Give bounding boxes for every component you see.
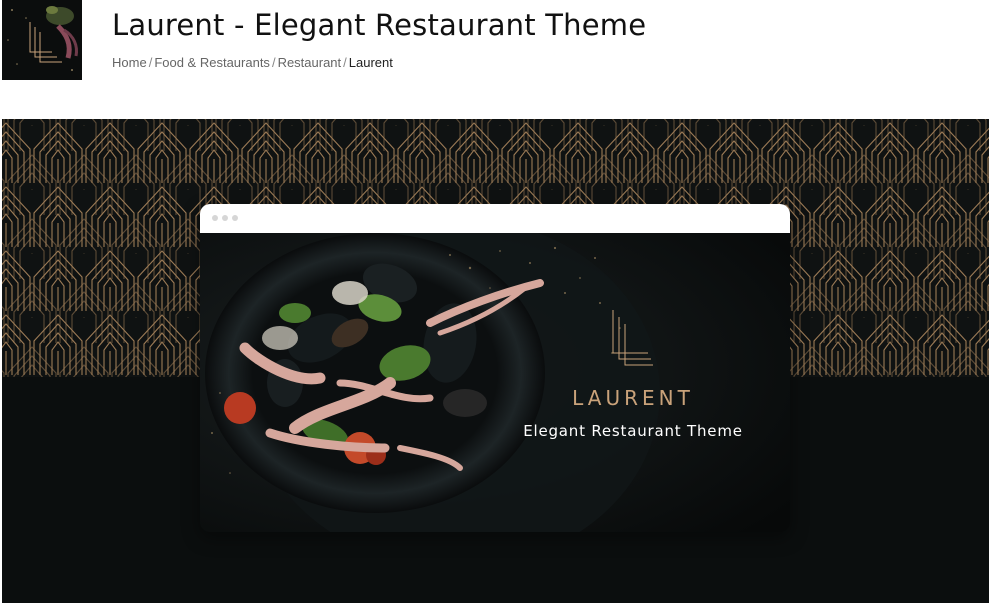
browser-mockup: LAURENT Elegant Restaurant Theme bbox=[200, 204, 790, 532]
breadcrumb-separator: / bbox=[148, 55, 153, 70]
breadcrumb-separator: / bbox=[343, 55, 347, 70]
window-dot-icon bbox=[232, 215, 238, 221]
breadcrumb-restaurant[interactable]: Restaurant bbox=[278, 55, 342, 70]
window-dot-icon bbox=[212, 215, 218, 221]
breadcrumb: Home / Food & Restaurants / Restaurant / Laure… bbox=[112, 55, 393, 70]
preview-hero[interactable]: LAURENT Elegant Restaurant Theme bbox=[2, 119, 989, 603]
window-dot-icon bbox=[222, 215, 228, 221]
food-photo bbox=[200, 233, 790, 532]
breadcrumb-current: Laurent bbox=[348, 55, 393, 70]
browser-toolbar bbox=[200, 204, 790, 233]
preview-tagline: Elegant Restaurant Theme bbox=[523, 422, 743, 440]
breadcrumb-home[interactable]: Home bbox=[112, 55, 147, 70]
product-thumbnail bbox=[2, 0, 82, 80]
breadcrumb-separator: / bbox=[271, 55, 276, 70]
page-title: Laurent - Elegant Restaurant Theme bbox=[112, 8, 647, 42]
preview-brand-name: LAURENT bbox=[572, 386, 694, 410]
breadcrumb-food-restaurants[interactable]: Food & Restaurants bbox=[154, 55, 270, 70]
